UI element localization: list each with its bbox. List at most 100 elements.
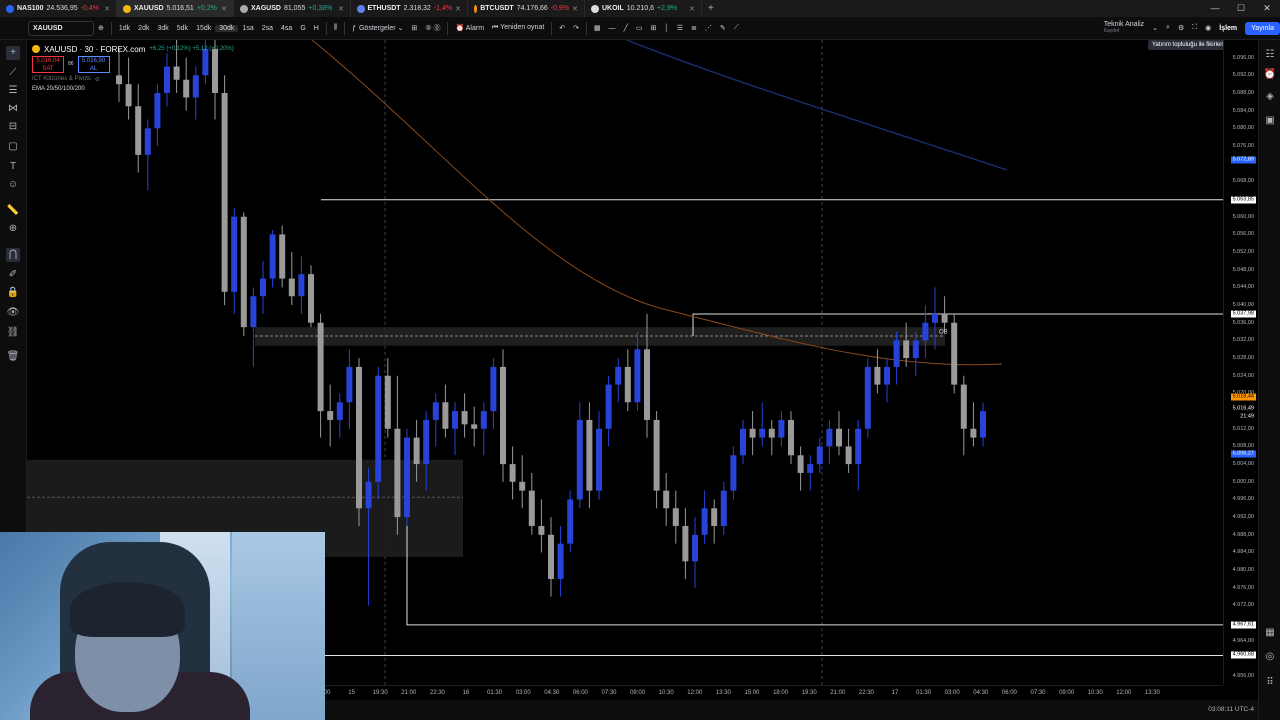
vertical-line-icon[interactable]: │	[660, 25, 672, 32]
indicators-button[interactable]: ƒ Göstergeler ⌄	[348, 24, 407, 32]
candle-body	[346, 366, 353, 403]
analysis-sub: Kaydet	[1103, 28, 1120, 34]
symbol-search[interactable]: XAUUSD	[28, 20, 94, 36]
interval-1dk[interactable]: 1dk	[115, 25, 134, 32]
trade-button[interactable]: İşlem	[1215, 25, 1241, 32]
minimize-icon[interactable]: —	[1202, 0, 1228, 17]
indicator-ema[interactable]: EMA 20/50/100/200	[32, 84, 234, 94]
chevron-down-icon[interactable]: ⌄	[1148, 24, 1162, 32]
chart-type-icon[interactable]: ⫼	[330, 24, 341, 32]
webcam-overlay	[0, 532, 325, 720]
tab-xagusd[interactable]: XAGUSD 81,055 +0,38% ✕	[234, 0, 351, 17]
alerts-icon[interactable]: ⏰	[1263, 68, 1277, 82]
interval-30dk[interactable]: 30dk	[215, 24, 239, 32]
save-layout-button[interactable]: Teknik Analiz Kaydet	[1100, 21, 1148, 35]
interval-H[interactable]: H	[310, 25, 323, 32]
interval-1sa[interactable]: 1sa	[238, 25, 257, 32]
layers-icon[interactable]: ◈	[1263, 90, 1277, 104]
eye-off-icon[interactable]: ⊘	[95, 76, 100, 83]
interval-5dk[interactable]: 5dk	[173, 25, 192, 32]
candle-body	[980, 411, 986, 438]
close-tab-icon[interactable]: ✕	[689, 5, 695, 13]
chat-icon[interactable]: ▣	[1263, 114, 1277, 128]
candle-body	[730, 455, 737, 491]
time-tick: 12:00	[1116, 690, 1132, 696]
grid-menu-icon[interactable]: ⠿	[1263, 676, 1277, 690]
fib-retracement-icon[interactable]: ☰	[6, 84, 20, 98]
close-icon[interactable]: ✕	[1254, 0, 1280, 17]
close-tab-icon[interactable]: ✕	[221, 5, 227, 13]
layouts-icon[interactable]: ⊞	[407, 24, 421, 32]
buy-button[interactable]: 5.016,90 AL	[77, 55, 110, 73]
geometric-shapes-icon[interactable]: ▢	[6, 140, 20, 154]
zoom-icon[interactable]: ⊕	[6, 222, 20, 236]
sell-button[interactable]: 5.016,04 SAT	[32, 55, 64, 73]
drawing-mode-icon[interactable]: ✐	[6, 268, 20, 282]
settings-icon[interactable]: ⚙	[1174, 24, 1188, 32]
replay-button[interactable]: ⏮ Yeniden oynat	[488, 24, 548, 32]
calendar-icon[interactable]: ▦	[1263, 626, 1277, 640]
candle-body	[432, 402, 439, 420]
icons-icon[interactable]: ☺	[6, 178, 20, 192]
trash-icon[interactable]: 🗑	[6, 350, 20, 364]
trend-line-icon[interactable]: ⟋	[6, 66, 20, 80]
clock[interactable]: 03:08:11 UTC-4	[1208, 706, 1254, 713]
forecast-icon[interactable]: ⊟	[6, 120, 20, 134]
text-icon[interactable]: T	[6, 160, 20, 174]
watchlist-icon[interactable]: ☷	[1263, 48, 1277, 62]
interval-3dk[interactable]: 3dk	[153, 25, 172, 32]
add-symbol-icon[interactable]: ⊕	[94, 24, 108, 32]
maximize-icon[interactable]: ☐	[1228, 0, 1254, 17]
undo-icon[interactable]: ↶	[555, 24, 569, 32]
price-tick: 5.080,00	[1232, 125, 1254, 132]
ruler-icon[interactable]: 📏	[6, 204, 20, 218]
time-tick: 04:30	[544, 690, 560, 696]
grid-icon[interactable]: ▦	[590, 24, 605, 32]
fib-icon[interactable]: ☰	[673, 24, 687, 32]
parallel-channel-icon[interactable]: ≣	[687, 24, 701, 32]
alert-button[interactable]: ⏰ Alarm	[451, 24, 488, 32]
tab-nas100[interactable]: NAS100 24.536,95 -0,4% ✕	[0, 0, 117, 17]
rectangle-icon[interactable]: ▭	[632, 24, 647, 32]
lock-icon[interactable]: 🔒	[6, 286, 20, 300]
interval-4sa[interactable]: 4sa	[277, 25, 296, 32]
cursor-icon[interactable]: +	[6, 46, 20, 60]
interval-G[interactable]: G	[296, 25, 309, 32]
time-tick: 22:30	[429, 690, 445, 696]
tab-ukoil[interactable]: UKOIL 10.210,6 +2,9% ✕	[585, 0, 702, 17]
templates-icon[interactable]: ⑤ ⓪	[421, 23, 444, 33]
camera-icon[interactable]: ◉	[1201, 24, 1215, 32]
horizontal-line-icon[interactable]: —	[605, 25, 620, 32]
trend-line-icon[interactable]: ╱	[620, 24, 632, 32]
crosshair-icon[interactable]: ⊞	[647, 24, 661, 32]
tab-ethusdt[interactable]: ETHUSDT 2.318,32 -1,4% ✕	[351, 0, 468, 17]
quick-search-icon[interactable]: ⌕	[1162, 24, 1174, 32]
fullscreen-icon[interactable]: ⛶	[1188, 24, 1201, 32]
tab-xauusd[interactable]: XAUUSD 5.016,51 +0,2% ✕	[117, 0, 234, 17]
brush-icon[interactable]: ✎	[716, 24, 730, 32]
interval-2dk[interactable]: 2dk	[134, 25, 153, 32]
candle-body	[548, 534, 554, 579]
indicator-killzones[interactable]: ICT Killzones & Pivots ⊘	[32, 74, 234, 84]
path-icon[interactable]: ⋰	[701, 24, 716, 32]
magnet-icon[interactable]: ⋂	[6, 248, 20, 262]
new-tab-icon[interactable]: +	[702, 3, 720, 14]
close-tab-icon[interactable]: ✕	[572, 5, 578, 13]
link-icon[interactable]: ⛓	[6, 326, 20, 340]
toolbar-divider	[586, 21, 588, 35]
redo-icon[interactable]: ↷	[569, 24, 583, 32]
publish-button[interactable]: Yayınla	[1245, 21, 1280, 35]
interval-15dk[interactable]: 15dk	[192, 25, 215, 32]
buy-label: AL	[89, 65, 98, 72]
pattern-icon[interactable]: ⋈	[6, 102, 20, 116]
measure-icon[interactable]: ⟋	[730, 24, 743, 32]
candle-body	[298, 274, 305, 297]
close-tab-icon[interactable]: ✕	[455, 5, 461, 13]
notifications-icon[interactable]: ◎	[1263, 650, 1277, 664]
close-tab-icon[interactable]: ✕	[338, 5, 344, 13]
tab-btcusdt[interactable]: BTCUSDT 74.176,66 -0,9% ✕	[468, 0, 585, 17]
price-axis[interactable]: 5.096,00 5.092,00 5.088,00 5.084,00 5.080,00…	[1223, 40, 1258, 685]
eye-icon[interactable]: 👁	[6, 306, 20, 320]
close-tab-icon[interactable]: ✕	[104, 5, 110, 13]
interval-2sa[interactable]: 2sa	[258, 25, 277, 32]
